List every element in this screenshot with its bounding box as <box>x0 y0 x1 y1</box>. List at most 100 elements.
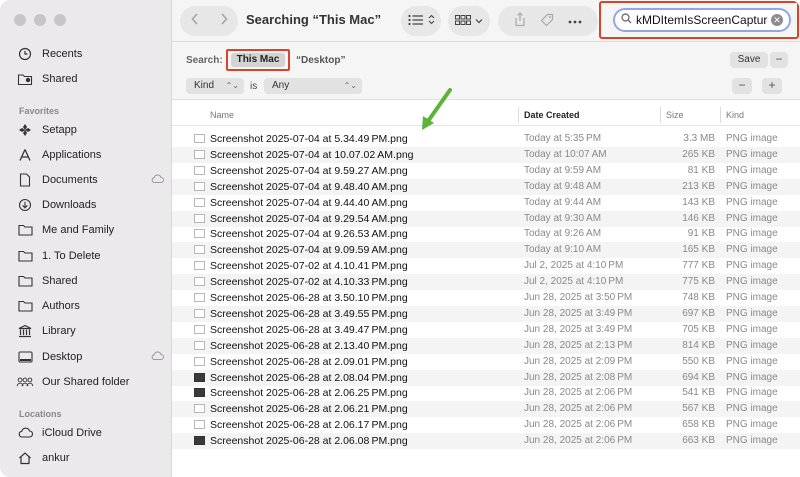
table-row[interactable]: Screenshot 2025-06-28 at 2.06.17 PM.png J… <box>172 417 800 433</box>
back-button[interactable] <box>190 12 200 31</box>
sidebar-item-home[interactable]: ankur <box>16 447 164 469</box>
table-row[interactable]: Screenshot 2025-06-28 at 3.49.55 PM.png J… <box>172 305 800 322</box>
sidebar-item-authors[interactable]: Authors <box>16 295 164 317</box>
remove-search-button[interactable]: − <box>770 52 788 68</box>
png-file-icon <box>194 356 205 366</box>
png-file-icon <box>194 388 205 398</box>
file-kind: PNG image <box>726 403 778 415</box>
png-file-icon <box>194 165 205 175</box>
sidebar-item-our-shared-folder[interactable]: Our Shared folder <box>16 371 164 393</box>
table-row[interactable]: Screenshot 2025-06-28 at 2.06.08 PM.png J… <box>172 433 800 450</box>
file-date-created: Jun 28, 2025 at 3:49 PM <box>524 323 633 335</box>
file-date-created: Jun 28, 2025 at 2:06 PM <box>524 387 633 399</box>
table-row[interactable]: Screenshot 2025-07-04 at 9.59.27 AM.png T… <box>172 163 800 179</box>
scope-desktop-button[interactable]: “Desktop” <box>296 55 345 66</box>
file-name: Screenshot 2025-06-28 at 2.06.25 PM.png <box>210 387 408 400</box>
save-search-button[interactable]: Save <box>730 52 768 68</box>
search-input[interactable] <box>636 13 768 27</box>
zoom-window-button[interactable] <box>54 14 66 26</box>
add-criteria-button[interactable]: + <box>762 78 782 94</box>
png-file-icon <box>194 213 205 223</box>
table-row[interactable]: Screenshot 2025-07-04 at 9.09.59 AM.png T… <box>172 242 800 259</box>
group-options-button[interactable] <box>448 6 490 36</box>
column-header-kind[interactable]: Kind <box>726 110 744 120</box>
file-date-created: Today at 9:44 AM <box>524 196 602 208</box>
file-size: 165 KB <box>682 244 715 256</box>
forward-button[interactable] <box>219 12 229 31</box>
png-file-icon <box>194 181 205 191</box>
sidebar-item-shared[interactable]: Shared <box>16 68 164 90</box>
clear-search-icon[interactable]: ✕ <box>771 14 783 26</box>
column-divider[interactable] <box>518 107 519 123</box>
png-file-icon <box>194 324 205 334</box>
column-header-size[interactable]: Size <box>666 110 684 120</box>
sidebar-item-icloud-drive[interactable]: iCloud Drive <box>16 422 164 444</box>
table-row[interactable]: Screenshot 2025-07-02 at 4.10.41 PM.png J… <box>172 258 800 274</box>
sidebar-item-label: Library <box>42 325 76 337</box>
table-row[interactable]: Screenshot 2025-07-04 at 9.29.54 AM.png T… <box>172 210 800 227</box>
table-row[interactable]: Screenshot 2025-07-04 at 9.26.53 AM.png T… <box>172 226 800 242</box>
sidebar-item-me-and-family[interactable]: Me and Family <box>16 219 164 241</box>
icloud-icon <box>16 424 34 442</box>
sidebar-item-label: Documents <box>42 174 98 186</box>
table-row[interactable]: Screenshot 2025-06-28 at 2.09.01 PM.png J… <box>172 354 800 370</box>
file-kind: PNG image <box>726 323 778 335</box>
png-file-icon <box>194 149 205 159</box>
close-window-button[interactable] <box>14 14 26 26</box>
table-row[interactable]: Screenshot 2025-06-28 at 3.49.47 PM.png J… <box>172 322 800 338</box>
file-name: Screenshot 2025-07-04 at 9.59.27 AM.png <box>210 164 408 177</box>
column-divider[interactable] <box>720 107 721 123</box>
search-scope-bar: Search: This Mac “Desktop” Save − <box>172 42 800 74</box>
file-kind: PNG image <box>726 133 778 144</box>
table-row[interactable]: Screenshot 2025-07-04 at 5.34.49 PM.png T… <box>172 131 800 147</box>
sidebar-item-library[interactable]: Library <box>16 320 164 342</box>
more-icon[interactable] <box>568 15 582 27</box>
file-date-created: Jul 2, 2025 at 4:10 PM <box>524 260 624 272</box>
column-header-name[interactable]: Name <box>210 110 234 120</box>
attribute-select[interactable]: Kind ⌃⌄ <box>186 78 244 94</box>
file-size: 550 KB <box>682 355 715 367</box>
table-row[interactable]: Screenshot 2025-07-04 at 10.07.02 AM.png… <box>172 146 800 163</box>
sidebar-item-applications[interactable]: Applications <box>16 144 164 166</box>
tag-icon[interactable] <box>540 13 554 30</box>
minimize-window-button[interactable] <box>34 14 46 26</box>
sidebar-item-documents[interactable]: Documents <box>16 169 164 191</box>
table-row[interactable]: Screenshot 2025-06-28 at 2.08.04 PM.png J… <box>172 369 800 386</box>
sidebar-item-downloads[interactable]: Downloads <box>16 194 164 216</box>
table-row[interactable]: Screenshot 2025-06-28 at 2.06.21 PM.png J… <box>172 401 800 418</box>
table-row[interactable]: Screenshot 2025-07-04 at 9.48.40 AM.png T… <box>172 178 800 195</box>
search-field[interactable]: ✕ <box>613 8 791 32</box>
grid-group-icon <box>455 14 471 28</box>
sidebar-item-shared-folder[interactable]: Shared <box>16 270 164 292</box>
table-row[interactable]: Screenshot 2025-06-28 at 3.50.10 PM.png J… <box>172 290 800 306</box>
file-size: 697 KB <box>682 307 715 319</box>
table-row[interactable]: Screenshot 2025-06-28 at 2.13.40 PM.png J… <box>172 337 800 354</box>
file-name: Screenshot 2025-07-04 at 9.26.53 AM.png <box>210 228 408 241</box>
file-size: 265 KB <box>682 148 715 160</box>
finder-window: Recents Shared Favorites Setapp Applicat… <box>0 0 800 477</box>
sidebar-item-to-delete[interactable]: 1. To Delete <box>16 245 164 267</box>
table-row[interactable]: Screenshot 2025-06-28 at 2.06.25 PM.png J… <box>172 385 800 401</box>
scope-this-mac-button[interactable]: This Mac <box>231 53 285 67</box>
desktop-icon <box>16 348 34 366</box>
sidebar-item-label: Shared <box>42 275 78 287</box>
column-header-date-created[interactable]: Date Created <box>524 110 580 120</box>
sidebar-item-recents[interactable]: Recents <box>16 43 164 65</box>
file-name: Screenshot 2025-06-28 at 3.49.55 PM.png <box>210 307 408 320</box>
sidebar-item-setapp[interactable]: Setapp <box>16 119 164 141</box>
this-mac-highlight-box: This Mac <box>226 49 290 71</box>
kind-value-select[interactable]: Any ⌃⌄ <box>264 78 362 94</box>
sidebar-item-label: 1. To Delete <box>42 250 101 262</box>
share-icon[interactable] <box>514 12 526 30</box>
sidebar-item-desktop[interactable]: Desktop <box>16 346 164 368</box>
remove-criteria-button[interactable]: − <box>732 78 752 94</box>
column-divider[interactable] <box>660 107 661 123</box>
table-row[interactable]: Screenshot 2025-07-04 at 9.44.40 AM.png T… <box>172 195 800 211</box>
sidebar-item-label: iCloud Drive <box>42 427 102 439</box>
png-file-icon <box>194 404 205 414</box>
file-name: Screenshot 2025-06-28 at 2.06.08 PM.png <box>210 435 408 448</box>
png-file-icon <box>194 197 205 207</box>
file-name: Screenshot 2025-06-28 at 2.09.01 PM.png <box>210 355 408 368</box>
view-options-button[interactable] <box>401 6 441 36</box>
table-row[interactable]: Screenshot 2025-07-02 at 4.10.33 PM.png J… <box>172 274 800 291</box>
